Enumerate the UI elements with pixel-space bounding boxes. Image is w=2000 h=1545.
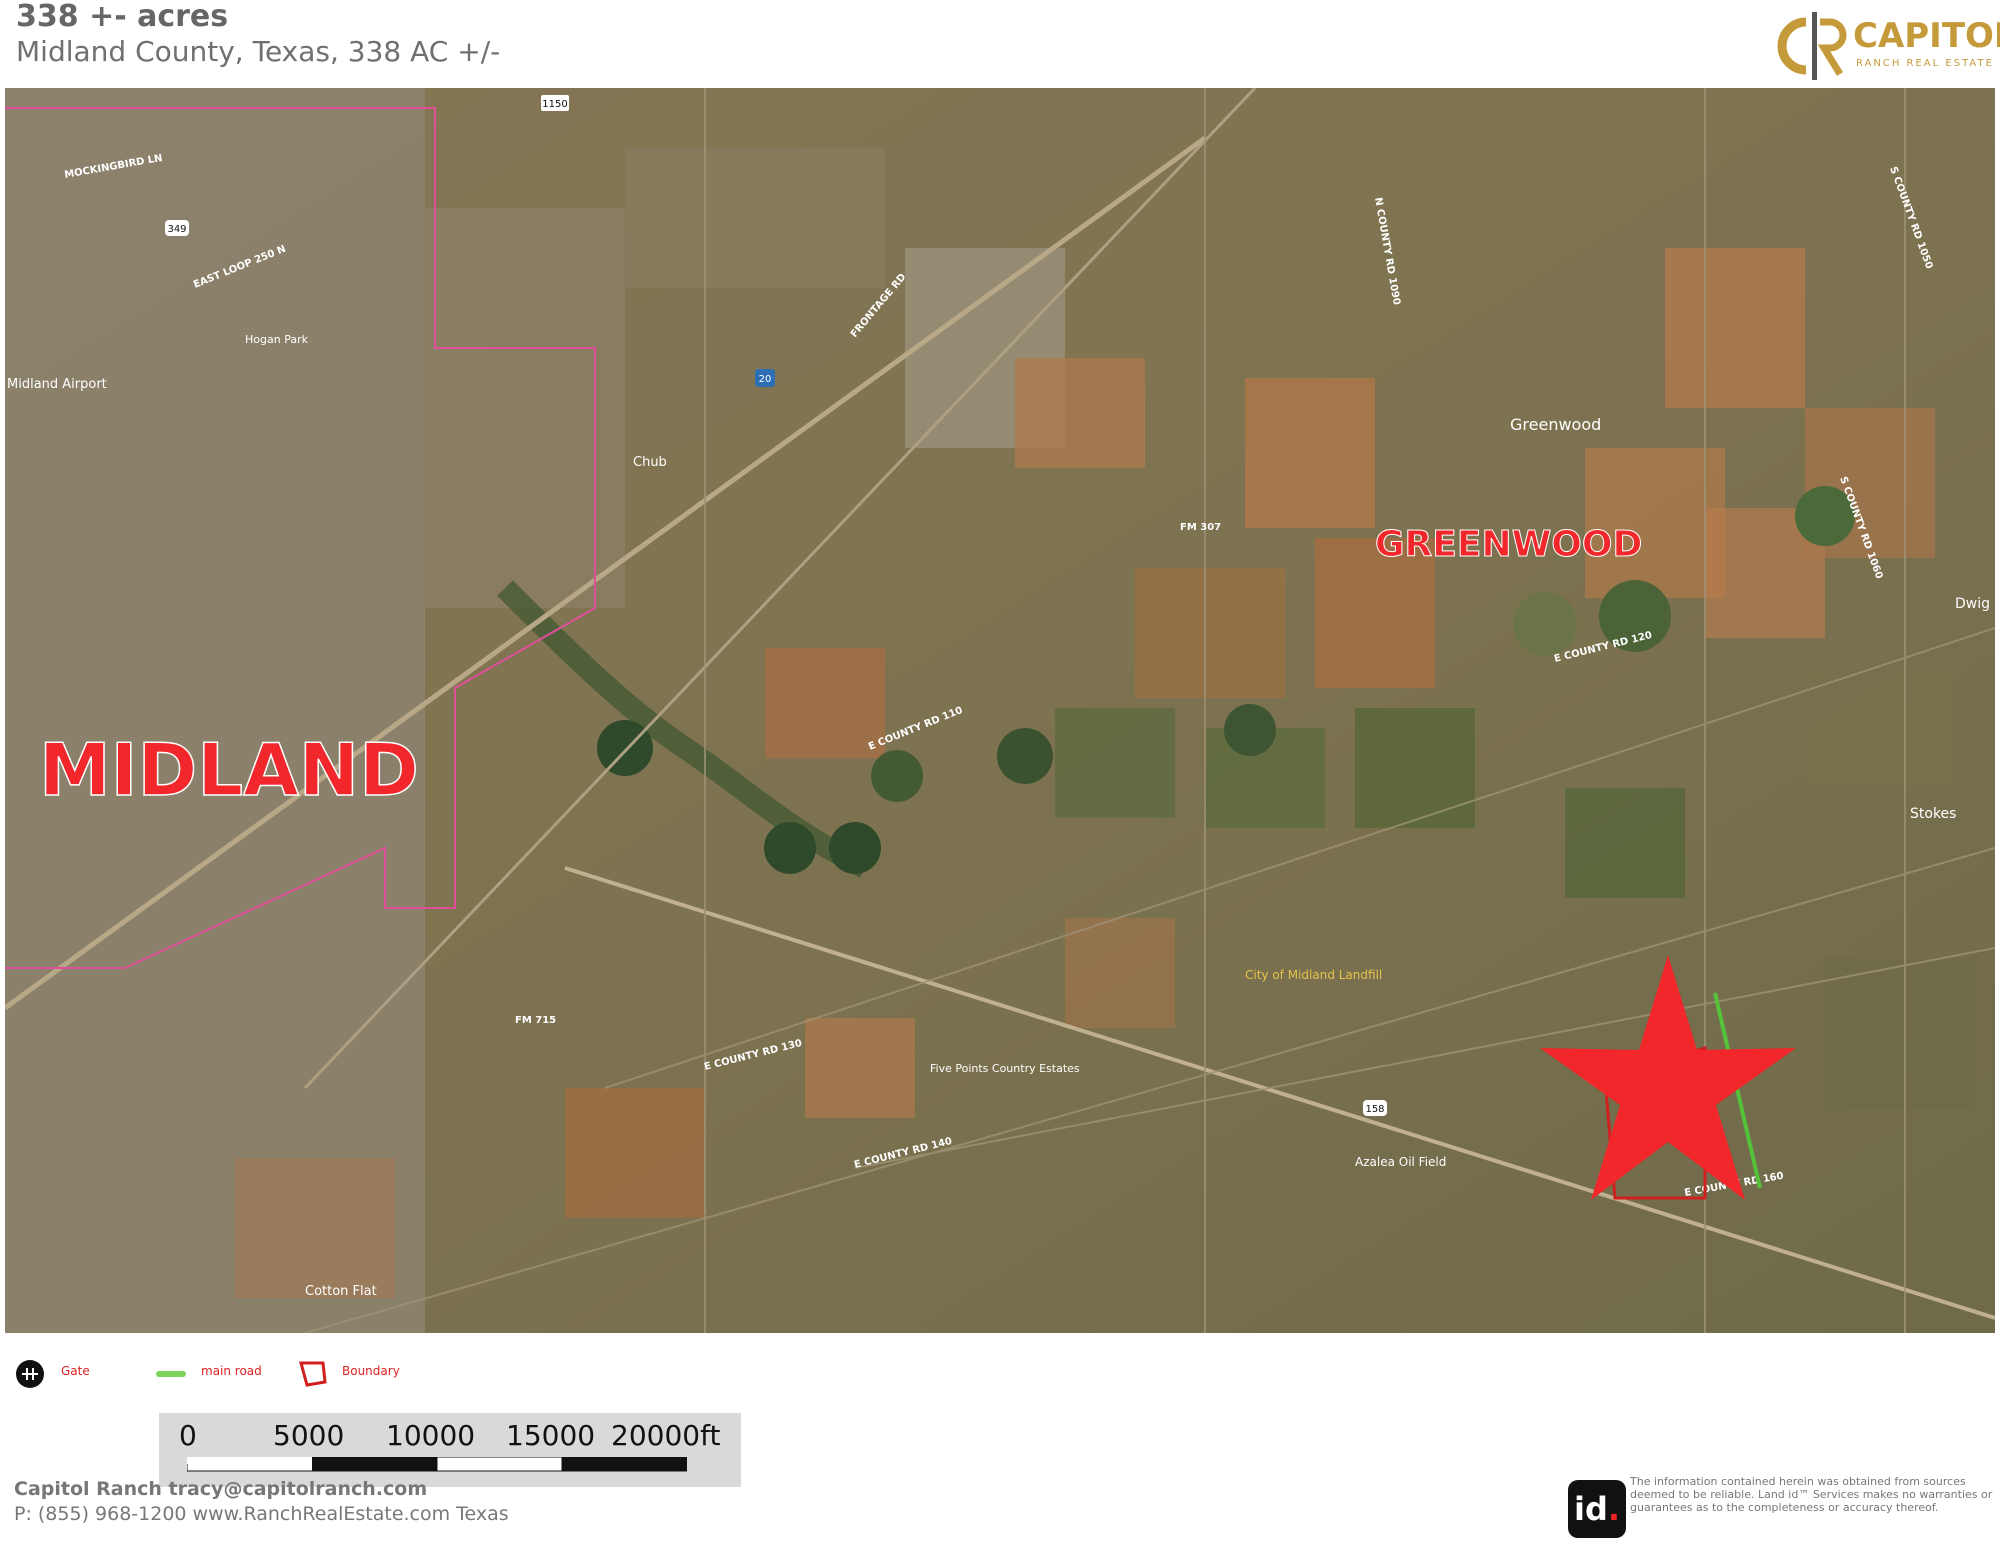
scale-tick: 10000 bbox=[386, 1419, 476, 1452]
footer-contact-line1: Capitol Ranch tracy@capitolranch.com bbox=[14, 1478, 428, 1500]
scale-tick: 5000 bbox=[273, 1419, 345, 1452]
road-label: FM 715 bbox=[515, 1015, 556, 1026]
place-label: Hogan Park bbox=[245, 333, 309, 346]
page-title: 338 +- acres bbox=[16, 0, 229, 34]
farm-road-shield-icon: 1150 bbox=[541, 95, 569, 111]
map-canvas[interactable]: MIDLAND GREENWOOD Midland Airport Greenw… bbox=[5, 88, 1995, 1333]
legend-boundary-label: Boundary bbox=[342, 1364, 400, 1378]
scale-bar-graphic bbox=[187, 1457, 687, 1472]
scale-bar: 0 5000 10000 15000 20000ft bbox=[159, 1413, 741, 1487]
boundary-icon bbox=[299, 1361, 327, 1387]
place-label: City of Midland Landfill bbox=[1245, 968, 1382, 982]
brand-name: CAPITOL bbox=[1853, 16, 2000, 56]
satellite-map[interactable]: MIDLAND GREENWOOD Midland Airport Greenw… bbox=[5, 88, 1995, 1333]
svg-text:349: 349 bbox=[167, 224, 186, 235]
highway-shield-icon: 349 bbox=[165, 220, 189, 236]
disclaimer-text: The information contained herein was obt… bbox=[1630, 1475, 1993, 1514]
place-label: Cotton Flat bbox=[305, 1284, 377, 1299]
label-greenwood: GREENWOOD bbox=[1375, 524, 1642, 565]
road-label: FM 307 bbox=[1180, 522, 1221, 533]
scale-tick: 15000 bbox=[506, 1419, 596, 1452]
svg-text:158: 158 bbox=[1365, 1104, 1384, 1115]
main-road-icon bbox=[156, 1371, 186, 1377]
place-label: Greenwood bbox=[1510, 415, 1601, 434]
footer-contact-line2: P: (855) 968-1200 www.RanchRealEstate.co… bbox=[14, 1503, 509, 1525]
svg-text:1150: 1150 bbox=[542, 99, 567, 110]
label-midland: MIDLAND bbox=[39, 728, 419, 812]
land-id-logo[interactable]: id. bbox=[1568, 1480, 1626, 1538]
page-subtitle: Midland County, Texas, 338 AC +/- bbox=[16, 35, 501, 68]
interstate-shield-icon: 20 bbox=[755, 369, 775, 387]
land-id-logo-text: id bbox=[1573, 1490, 1608, 1528]
scale-tick: 20000ft bbox=[611, 1419, 721, 1452]
map-legend: Gate main road Boundary bbox=[14, 1356, 514, 1392]
place-label: Dwig bbox=[1955, 596, 1990, 612]
scale-tick: 0 bbox=[179, 1419, 197, 1452]
capitol-logo[interactable]: CAPITOL RANCH REAL ESTATE bbox=[1768, 8, 2000, 84]
gate-icon bbox=[16, 1360, 44, 1388]
capitol-monogram-icon bbox=[1777, 12, 1847, 80]
place-label: Five Points Country Estates bbox=[930, 1062, 1080, 1075]
place-label: Midland Airport bbox=[7, 377, 107, 392]
place-label: Azalea Oil Field bbox=[1355, 1155, 1446, 1169]
svg-text:20: 20 bbox=[759, 374, 772, 385]
brand-tagline: RANCH REAL ESTATE bbox=[1856, 58, 1994, 69]
highway-shield-icon: 158 bbox=[1363, 1100, 1387, 1116]
land-id-logo-dot: . bbox=[1607, 1490, 1621, 1528]
place-label: Chub bbox=[633, 455, 667, 470]
place-label: Stokes bbox=[1910, 806, 1956, 822]
legend-gate-label: Gate bbox=[61, 1364, 90, 1378]
legend-main-road-label: main road bbox=[201, 1364, 262, 1378]
